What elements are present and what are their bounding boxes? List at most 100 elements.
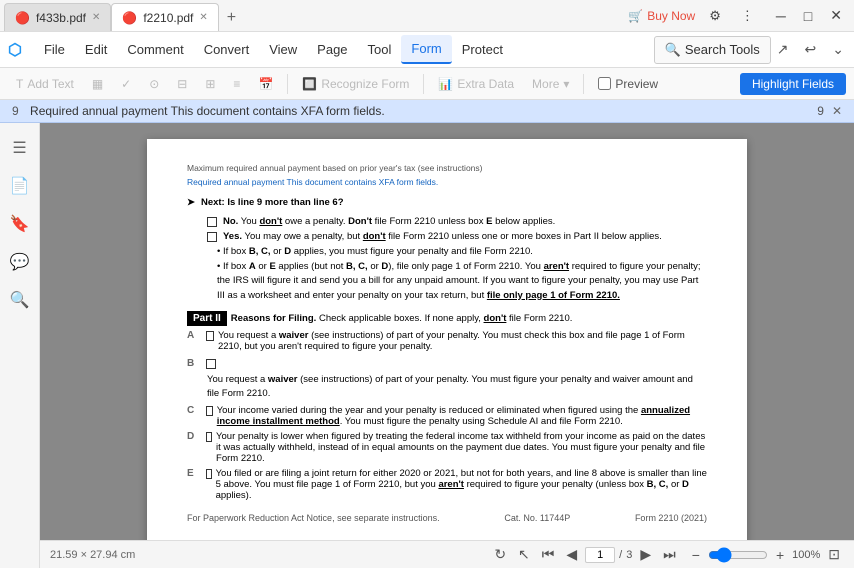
next-page-button[interactable]: ▶ (636, 544, 655, 565)
arent: aren't (544, 261, 570, 272)
tab-close-f2210[interactable]: ✕ (199, 12, 207, 23)
cursor-button[interactable]: ↖ (514, 544, 534, 565)
prev-page-button[interactable]: ◀ (562, 544, 581, 565)
notification-text: 9 Required annual payment This document … (12, 104, 385, 118)
back-icon[interactable]: ↩ (799, 37, 823, 62)
notification-close-button[interactable]: ✕ (832, 104, 842, 118)
tab-icon: 🔴 (15, 11, 30, 25)
page-input[interactable] (585, 547, 615, 563)
e-bcd: B, C, (647, 479, 669, 490)
checkbox-d (206, 432, 212, 442)
tab-close-f433b[interactable]: ✕ (92, 12, 100, 23)
tab-f2210[interactable]: 🔴 f2210.pdf ✕ (111, 3, 218, 31)
d-bold: D (284, 246, 291, 257)
extra-data-button[interactable]: 📊 Extra Data (430, 74, 522, 94)
part2-e-text: You filed or are filing a joint return f… (216, 468, 707, 501)
part2-title-text: Reasons for Filing. Check applicable box… (231, 313, 573, 324)
b-waiver: waiver (268, 374, 298, 385)
toolbar-combo-btn[interactable]: ⊟ (169, 74, 195, 94)
sidebar-item-comments[interactable]: 💬 (3, 245, 37, 279)
part2-b-text: You request a waiver (see instructions) … (207, 373, 707, 402)
part2-c-label: C (187, 405, 194, 416)
tab-f433b[interactable]: 🔴 f433b.pdf ✕ (4, 3, 111, 31)
main-area: ☰ 📄 🔖 💬 🔍 Maximum required annual paymen… (0, 123, 854, 568)
preview-checkbox[interactable] (598, 77, 611, 90)
menu-icon[interactable]: ⋮ (735, 6, 760, 26)
add-text-button[interactable]: T Add Text (8, 74, 82, 94)
next-question-text: Next: Is line 9 more than line 6? (201, 197, 344, 208)
bottom-bar: 21.59 × 27.94 cm ↻ ↖ ⏮ ◀ / 3 ▶ ⏭ − + 100… (40, 540, 854, 568)
combo-icon: ⊟ (177, 77, 187, 91)
toolbar-select-btn[interactable]: ▦ (84, 74, 111, 94)
d-bold2: D (381, 261, 388, 272)
close-button[interactable]: ✕ (822, 5, 850, 26)
next-question: ➤ Next: Is line 9 more than line 6? (187, 197, 707, 208)
new-tab-button[interactable]: + (219, 5, 244, 31)
part2-d-label: D (187, 431, 194, 442)
menu-bar: ⬡ File Edit Comment Convert View Page To… (0, 32, 854, 68)
zoom-slider[interactable] (708, 547, 768, 563)
menu-comment[interactable]: Comment (117, 36, 193, 63)
menu-right-icons: ↗ ↩ ⌄ (771, 37, 850, 62)
toolbar-sign-btn[interactable]: ≡ (225, 74, 248, 94)
part2-d-text: Your penalty is lower when figured by tr… (216, 431, 707, 464)
minimize-button[interactable]: ─ (768, 5, 794, 26)
pdf-viewer[interactable]: Maximum required annual payment based on… (40, 123, 854, 540)
settings-icon[interactable]: ⚙ (703, 6, 727, 26)
highlight-fields-button[interactable]: Highlight Fields (740, 73, 846, 95)
menu-convert[interactable]: Convert (194, 36, 260, 63)
toolbar-check-btn[interactable]: ✓ (113, 74, 139, 94)
dropdown-icon[interactable]: ⌄ (826, 37, 850, 62)
first-page-button[interactable]: ⏮ (538, 544, 559, 565)
checkbox-b (206, 359, 216, 369)
e-arent: aren't (438, 479, 464, 490)
fit-page-button[interactable]: ⊡ (824, 544, 844, 565)
checkbox-e (206, 469, 212, 479)
toolbar-radio-btn[interactable]: ⊙ (141, 74, 167, 94)
no-bold: No. (223, 216, 238, 227)
menu-file[interactable]: File (34, 36, 75, 63)
preview-label: Preview (615, 77, 658, 91)
ae-bold2: E (269, 261, 275, 272)
app-logo: ⬡ (4, 35, 26, 64)
zoom-in-button[interactable]: + (772, 545, 788, 565)
last-page-button[interactable]: ⏭ (659, 544, 680, 565)
more-button[interactable]: More ▾ (524, 74, 577, 94)
menu-tool[interactable]: Tool (358, 36, 402, 63)
c-method: annualized income installment method (217, 405, 690, 427)
buy-now-button[interactable]: 🛒 Buy Now (628, 9, 695, 23)
no-boxe: E (486, 216, 492, 227)
menu-protect[interactable]: Protect (452, 36, 513, 63)
toolbar-sep-2 (423, 74, 424, 94)
external-link-icon[interactable]: ↗ (771, 37, 795, 62)
sidebar-item-pages[interactable]: 📄 (3, 169, 37, 203)
total-pages: 3 (626, 549, 632, 561)
checkbox-no (207, 217, 217, 227)
maximize-button[interactable]: □ (796, 5, 820, 26)
sidebar-item-search[interactable]: 🔍 (3, 283, 37, 317)
notif-num-right: 9 (817, 104, 824, 118)
search-tools-button[interactable]: 🔍 Search Tools (654, 36, 771, 64)
recognize-form-button[interactable]: 🔲 Recognize Form (294, 74, 417, 94)
refresh-button[interactable]: ↻ (490, 544, 510, 565)
notification-bar: 9 Required annual payment This document … (0, 100, 854, 123)
menu-page[interactable]: Page (307, 36, 357, 63)
toolbar-list-btn[interactable]: ⊞ (197, 74, 223, 94)
date-icon: 📅 (258, 77, 273, 91)
paperwork-notice: For Paperwork Reduction Act Notice, see … (187, 513, 440, 523)
box-ae-text: • If box A or E applies (but not B, C, o… (217, 260, 707, 303)
preview-checkbox-label[interactable]: Preview (590, 74, 666, 94)
zoom-controls: − + 100% ⊡ (688, 544, 844, 565)
menu-form[interactable]: Form (401, 35, 451, 64)
sidebar-item-panels[interactable]: ☰ (3, 131, 37, 165)
search-tools-label: Search Tools (685, 42, 760, 57)
part2-c-text: Your income varied during the year and y… (217, 405, 707, 427)
menu-view[interactable]: View (259, 36, 307, 63)
menu-edit[interactable]: Edit (75, 36, 117, 63)
sidebar-item-bookmarks[interactable]: 🔖 (3, 207, 37, 241)
box-bcd-text: • If box B, C, or D applies, you must fi… (217, 246, 707, 257)
toolbar-date-btn[interactable]: 📅 (250, 74, 281, 94)
form-toolbar: T Add Text ▦ ✓ ⊙ ⊟ ⊞ ≡ 📅 🔲 Recognize For… (0, 68, 854, 100)
checkbox-c (206, 406, 212, 416)
zoom-out-button[interactable]: − (688, 545, 704, 565)
